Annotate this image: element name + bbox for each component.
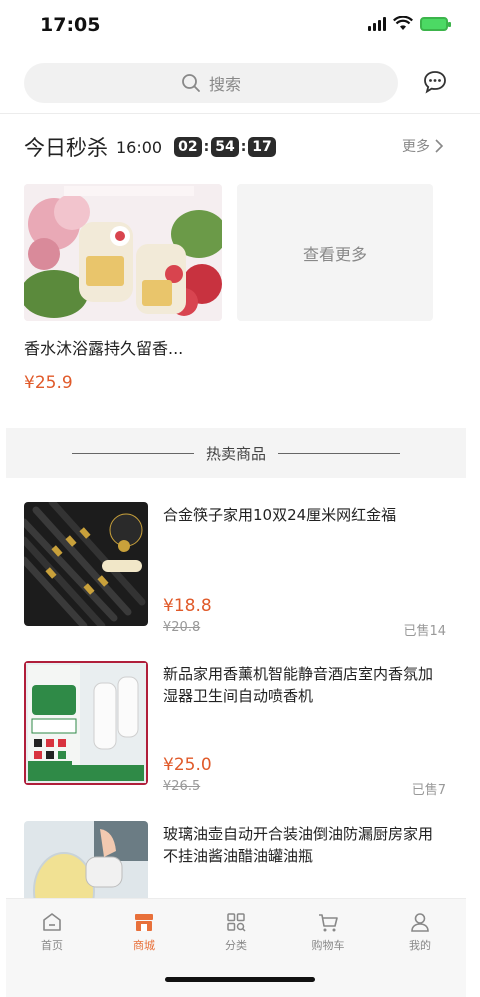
product-price: ¥25.0 (163, 755, 212, 775)
product-name: 玻璃油壶自动开合装油倒油防漏厨房家用不挂油酱油醋油罐油瓶 (163, 825, 434, 865)
status-bar: 17:05 (0, 0, 480, 50)
product-price: ¥25.9 (24, 373, 73, 393)
product-original-price: ¥20.8 (163, 620, 201, 635)
flash-sale-title: 今日秒杀 (24, 136, 108, 160)
product-price: ¥18.8 (163, 596, 212, 616)
tab-label: 分类 (225, 939, 247, 952)
hot-products-header: 热卖商品 (6, 428, 466, 478)
more-label: 更多 (402, 139, 430, 155)
product-card[interactable]: 新品家用香薰机智能静音酒店室内香氛加湿器卫生间自动喷香机 ¥25.0 ¥26.5… (24, 661, 446, 798)
tab-label: 我的 (409, 939, 431, 952)
battery-icon (420, 16, 451, 31)
search-icon (182, 74, 200, 92)
tab-category[interactable]: 分类 (201, 911, 271, 953)
product-name: 新品家用香薰机智能静音酒店室内香氛加湿器卫生间自动喷香机 (163, 665, 434, 705)
product-image (24, 502, 148, 626)
more-link[interactable]: 更多 (402, 136, 444, 156)
product-original-price: ¥26.5 (163, 779, 201, 794)
product-name: 香水沐浴露持久留香... (24, 339, 184, 358)
flash-sale-product[interactable]: 香水沐浴露持久留香... ¥25.9 (24, 184, 222, 393)
section-title: 热卖商品 (205, 444, 266, 463)
chevron-right-icon (435, 139, 444, 153)
tab-label: 首页 (41, 939, 63, 952)
product-image (24, 661, 148, 785)
profile-icon (411, 913, 429, 932)
product-sold-count: 已售7 (411, 783, 446, 798)
status-icons (368, 16, 451, 31)
home-indicator[interactable] (165, 977, 315, 982)
countdown-separator: : (203, 139, 210, 155)
signal-icon (368, 16, 386, 31)
category-icon (227, 913, 246, 932)
tab-label: 购物车 (311, 939, 345, 952)
see-more-button[interactable]: 查看更多 (237, 184, 433, 321)
flash-sale-time: 16:00 (116, 137, 163, 157)
countdown-minutes: 54 (211, 137, 239, 157)
flash-sale-header: 今日秒杀 16:00 02 : 54 : 17 更多 (24, 130, 444, 164)
home-icon (43, 913, 61, 931)
tab-bar: 首页 商城 分类 购物车 我的 (6, 898, 466, 997)
wifi-icon (393, 16, 413, 30)
countdown-separator: : (240, 139, 247, 155)
divider (278, 452, 400, 454)
tab-shop[interactable]: 商城 (109, 911, 179, 953)
countdown-hours: 02 (174, 137, 202, 157)
tab-cart[interactable]: 购物车 (293, 911, 363, 953)
countdown-timer: 02 : 54 : 17 (174, 137, 276, 157)
status-time: 17:05 (40, 14, 101, 36)
message-icon[interactable] (422, 69, 448, 95)
header: 搜索 (0, 54, 480, 114)
cart-icon (319, 914, 338, 932)
search-input[interactable]: 搜索 (24, 63, 398, 103)
tab-label: 商城 (133, 939, 155, 952)
product-image (24, 184, 222, 321)
tab-home[interactable]: 首页 (17, 911, 87, 953)
divider (71, 452, 194, 454)
product-sold-count: 已售14 (403, 624, 446, 639)
product-card[interactable]: 合金筷子家用10双24厘米网红金福 ¥18.8 ¥20.8 已售14 (24, 502, 446, 639)
see-more-label: 查看更多 (302, 244, 367, 264)
shop-icon (135, 914, 153, 931)
tab-profile[interactable]: 我的 (385, 911, 455, 953)
countdown-seconds: 17 (248, 137, 276, 157)
product-name: 合金筷子家用10双24厘米网红金福 (163, 506, 397, 524)
search-placeholder: 搜索 (208, 75, 241, 94)
